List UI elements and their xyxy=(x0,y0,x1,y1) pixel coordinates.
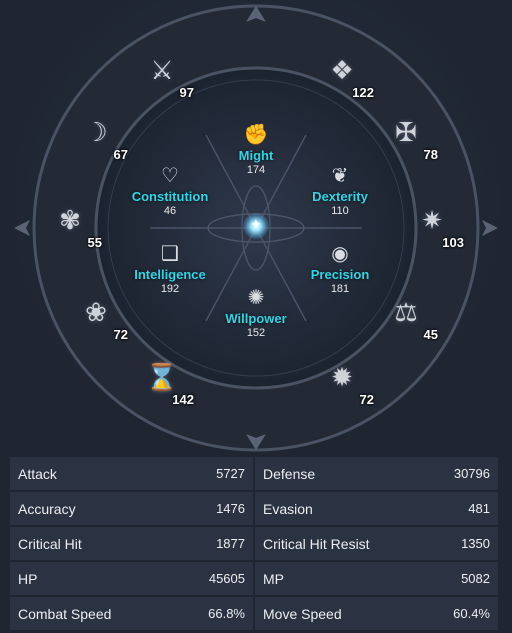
sigil-sword-shield[interactable]: ⚔ 97 xyxy=(140,48,196,104)
sun-burst-icon: ✹ xyxy=(331,361,353,392)
scales-icon: ⚖ xyxy=(394,296,418,327)
stat-dexterity[interactable]: ❦ Dexterity 110 xyxy=(312,165,368,218)
critical-hit-resist-cell: Critical Hit Resist 1350 xyxy=(255,527,498,560)
stat-name: Intelligence xyxy=(134,267,206,282)
attr-value: 481 xyxy=(468,501,490,516)
move-speed-cell: Move Speed 60.4% xyxy=(255,597,498,630)
sigil-value: 72 xyxy=(359,392,374,407)
sigil-butterfly[interactable]: ✾ 55 xyxy=(48,198,104,254)
book-icon: ❑ xyxy=(161,243,179,265)
attr-label: Defense xyxy=(263,465,316,482)
attr-label: HP xyxy=(18,570,38,587)
attr-value: 5727 xyxy=(216,466,245,481)
sigil-claw[interactable]: ❖ 122 xyxy=(320,48,376,104)
attr-value: 60.4% xyxy=(453,606,490,621)
attack-cell: Attack 5727 xyxy=(10,457,253,490)
sigil-value: 103 xyxy=(442,235,464,250)
table-row: Combat Speed 66.8% Move Speed 60.4% xyxy=(10,597,498,630)
stat-name: Might xyxy=(238,148,274,163)
stat-precision[interactable]: ◉ Precision 181 xyxy=(311,243,370,296)
eye-icon: ◉ xyxy=(331,243,349,265)
stat-name: Precision xyxy=(310,267,370,282)
sigil-star[interactable]: ✷ 103 xyxy=(410,198,466,254)
defense-cell: Defense 30796 xyxy=(255,457,498,490)
attr-label: Attack xyxy=(18,465,57,482)
core-star-icon: ✦ xyxy=(250,216,262,232)
sigil-value: 142 xyxy=(172,392,194,407)
crossed-blades-icon: ✠ xyxy=(395,116,417,147)
evasion-cell: Evasion 481 xyxy=(255,492,498,525)
stat-value: 110 xyxy=(331,205,349,217)
hp-cell: HP 45605 xyxy=(10,562,253,595)
critical-hit-cell: Critical Hit 1877 xyxy=(10,527,253,560)
heart-icon: ♡ xyxy=(161,165,179,187)
stat-might[interactable]: ✊ Might 174 xyxy=(239,124,274,177)
attr-value: 1877 xyxy=(216,536,245,551)
sigil-scales[interactable]: ⚖ 45 xyxy=(384,290,440,346)
attr-value: 45605 xyxy=(208,571,245,586)
stat-wheel: ✦ ✊ Might 174 ♡ Constitution 46 ❦ Dexter… xyxy=(0,0,512,455)
sigil-value: 122 xyxy=(352,85,374,100)
attr-value: 30796 xyxy=(453,466,490,481)
table-row: Attack 5727 Defense 30796 xyxy=(10,457,498,490)
sigil-value: 45 xyxy=(423,327,438,342)
attr-value: 1476 xyxy=(216,501,245,516)
stat-value: 181 xyxy=(330,283,350,295)
stat-willpower[interactable]: ✺ Willpower 152 xyxy=(225,287,286,340)
sigil-value: 97 xyxy=(179,85,194,100)
sigil-value: 78 xyxy=(423,147,438,162)
table-row: Accuracy 1476 Evasion 481 xyxy=(10,492,498,525)
attribute-table: Attack 5727 Defense 30796 Accuracy 1476 Eva… xyxy=(10,457,498,630)
center-core-icon: ✦ xyxy=(243,213,269,239)
attr-label: Combat Speed xyxy=(18,605,112,622)
tree-icon: ❀ xyxy=(85,296,107,327)
table-row: HP 45605 MP 5082 xyxy=(10,562,498,595)
sigil-value: 55 xyxy=(87,235,102,250)
accuracy-cell: Accuracy 1476 xyxy=(10,492,253,525)
stat-name: Constitution xyxy=(131,189,209,204)
stat-intelligence[interactable]: ❑ Intelligence 192 xyxy=(134,243,206,296)
stat-value: 174 xyxy=(246,164,266,176)
attr-label: Move Speed xyxy=(263,605,342,622)
sigil-tree[interactable]: ❀ 72 xyxy=(74,290,130,346)
stat-value: 152 xyxy=(246,327,266,339)
combat-speed-cell: Combat Speed 66.8% xyxy=(10,597,253,630)
butterfly-icon: ✾ xyxy=(59,204,81,235)
orbit-icon: ✺ xyxy=(247,287,265,309)
stat-value: 46 xyxy=(163,205,177,217)
table-row: Critical Hit 1877 Critical Hit Resist 1350 xyxy=(10,527,498,560)
attr-label: MP xyxy=(263,570,284,587)
attr-value: 5082 xyxy=(461,571,490,586)
bird-icon: ☽ xyxy=(84,116,108,147)
attr-label: Evasion xyxy=(263,500,313,517)
stat-name: Willpower xyxy=(225,311,287,326)
wing-icon: ❦ xyxy=(331,165,349,187)
stat-name: Dexterity xyxy=(312,189,368,204)
attr-value: 66.8% xyxy=(208,606,245,621)
sigil-value: 72 xyxy=(113,327,128,342)
sigil-bird[interactable]: ☽ 67 xyxy=(74,110,130,166)
attr-label: Accuracy xyxy=(18,500,76,517)
attr-label: Critical Hit xyxy=(18,535,82,552)
attr-label: Critical Hit Resist xyxy=(263,535,370,552)
stat-constitution[interactable]: ♡ Constitution 46 xyxy=(132,165,209,218)
stat-value: 192 xyxy=(160,283,180,295)
sigil-hourglass[interactable]: ⌛ 142 xyxy=(140,355,196,411)
sword-shield-icon: ⚔ xyxy=(150,54,174,85)
fist-icon: ✊ xyxy=(243,124,269,146)
sigil-sun-burst[interactable]: ✹ 72 xyxy=(320,355,376,411)
sigil-crossed-blades[interactable]: ✠ 78 xyxy=(384,110,440,166)
attr-value: 1350 xyxy=(461,536,490,551)
sigil-value: 67 xyxy=(113,147,128,162)
mp-cell: MP 5082 xyxy=(255,562,498,595)
